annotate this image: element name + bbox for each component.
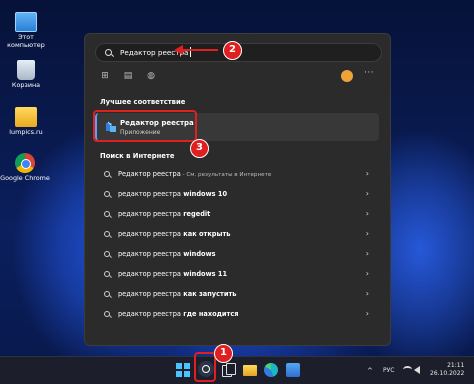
chevron-right-icon: › (365, 269, 369, 278)
web-result-suffix: где находится (180, 310, 239, 318)
wifi-icon[interactable] (403, 366, 412, 373)
web-result-item[interactable]: редактор реестра как запустить › (95, 286, 379, 304)
web-result-item[interactable]: редактор реестра как открыть › (95, 226, 379, 244)
chevron-right-icon: › (365, 209, 369, 218)
this-pc-icon (15, 12, 37, 32)
desktop-icon-recycle-bin[interactable]: Корзина (0, 60, 52, 90)
search-icon (105, 49, 112, 56)
document-icon[interactable]: ▤ (123, 71, 133, 81)
chrome-icon (15, 153, 35, 173)
volume-icon[interactable] (414, 366, 420, 374)
desktop-icon-label: Корзина (11, 81, 41, 89)
search-icon (104, 211, 110, 217)
file-explorer-icon[interactable] (243, 365, 257, 376)
web-result-suffix: windows 11 (180, 270, 228, 278)
store-icon[interactable] (286, 363, 300, 377)
avatar[interactable] (341, 70, 353, 82)
annotation-highlight-taskbar-search (194, 352, 216, 382)
web-result-item[interactable]: редактор реестра windows 10 › (95, 186, 379, 204)
search-icon (104, 271, 110, 277)
web-result-suffix: как открыть (180, 230, 231, 238)
web-result-base: редактор реестра (118, 210, 181, 218)
best-match-heading: Лучшее соответствие (100, 98, 186, 106)
web-result-item[interactable]: редактор реестра windows › (95, 246, 379, 264)
search-icon (104, 191, 110, 197)
recycle-bin-icon (17, 60, 35, 80)
clock[interactable]: 21:11 26.10.2022 (430, 362, 464, 378)
search-icon (104, 311, 110, 317)
desktop-icon-label: Этот компьютер (7, 33, 45, 49)
web-result-base: редактор реестра (118, 190, 181, 198)
tray-chevron-icon[interactable]: ^ (367, 367, 373, 375)
step-badge-1: 1 (214, 344, 233, 363)
chevron-right-icon: › (365, 309, 369, 318)
search-panel: Редактор реестра ⊞ ▤ ◍ ··· Лучшее соотве… (84, 33, 391, 346)
web-result-base: редактор реестра (118, 230, 181, 238)
annotation-highlight-best-match (93, 110, 197, 142)
web-result-item[interactable]: редактор реестра где находится › (95, 306, 379, 324)
web-result-suffix: как запустить (180, 290, 237, 298)
step-badge-3: 3 (190, 139, 209, 158)
search-icon (104, 291, 110, 297)
desktop-icon-this-pc[interactable]: Этот компьютер (0, 12, 52, 49)
search-icon (104, 251, 110, 257)
web-result-suffix: windows (180, 250, 216, 258)
chevron-right-icon: › (365, 229, 369, 238)
desktop-icon-label: Google Chrome (0, 174, 50, 182)
language-indicator[interactable]: РУС (383, 367, 394, 374)
web-result-suffix: regedit (180, 210, 211, 218)
search-icon (104, 231, 110, 237)
web-result-base: редактор реестра (118, 290, 181, 298)
web-result-hint: - См. результаты в Интернете (180, 172, 272, 178)
taskbar: ^ РУС 21:11 26.10.2022 (0, 356, 474, 384)
clock-date: 26.10.2022 (430, 370, 465, 377)
web-result-base: редактор реестра (118, 270, 181, 278)
folder-icon (15, 107, 37, 127)
apps-icon[interactable]: ⊞ (100, 71, 110, 81)
edge-icon[interactable] (264, 363, 278, 377)
web-result-query: Редактор реестра (118, 170, 181, 178)
chevron-right-icon: › (365, 289, 369, 298)
task-view-icon[interactable] (222, 363, 236, 377)
web-search-heading: Поиск в Интернете (100, 152, 175, 160)
web-result-base: редактор реестра (118, 250, 181, 258)
web-result-item[interactable]: Редактор реестра - См. результаты в Инте… (95, 166, 379, 184)
desktop-icon-label: lumpics.ru (9, 128, 43, 136)
clock-time: 21:11 (447, 362, 465, 369)
start-icon[interactable] (176, 363, 190, 377)
chevron-right-icon: › (365, 169, 369, 178)
annotation-arrow-head (174, 45, 183, 55)
web-result-item[interactable]: редактор реестра windows 11 › (95, 266, 379, 284)
desktop-icon-chrome[interactable]: Google Chrome (0, 153, 50, 183)
more-options-icon[interactable]: ··· (364, 68, 374, 78)
annotation-arrow (182, 49, 218, 51)
web-result-base: редактор реестра (118, 310, 181, 318)
search-icon (104, 171, 110, 177)
chevron-right-icon: › (365, 189, 369, 198)
globe-icon[interactable]: ◍ (146, 71, 156, 81)
desktop-icon-lumpics[interactable]: lumpics.ru (0, 107, 52, 137)
web-result-item[interactable]: редактор реестра regedit › (95, 206, 379, 224)
step-badge-2: 2 (223, 41, 242, 60)
chevron-right-icon: › (365, 249, 369, 258)
web-result-suffix: windows 10 (180, 190, 228, 198)
